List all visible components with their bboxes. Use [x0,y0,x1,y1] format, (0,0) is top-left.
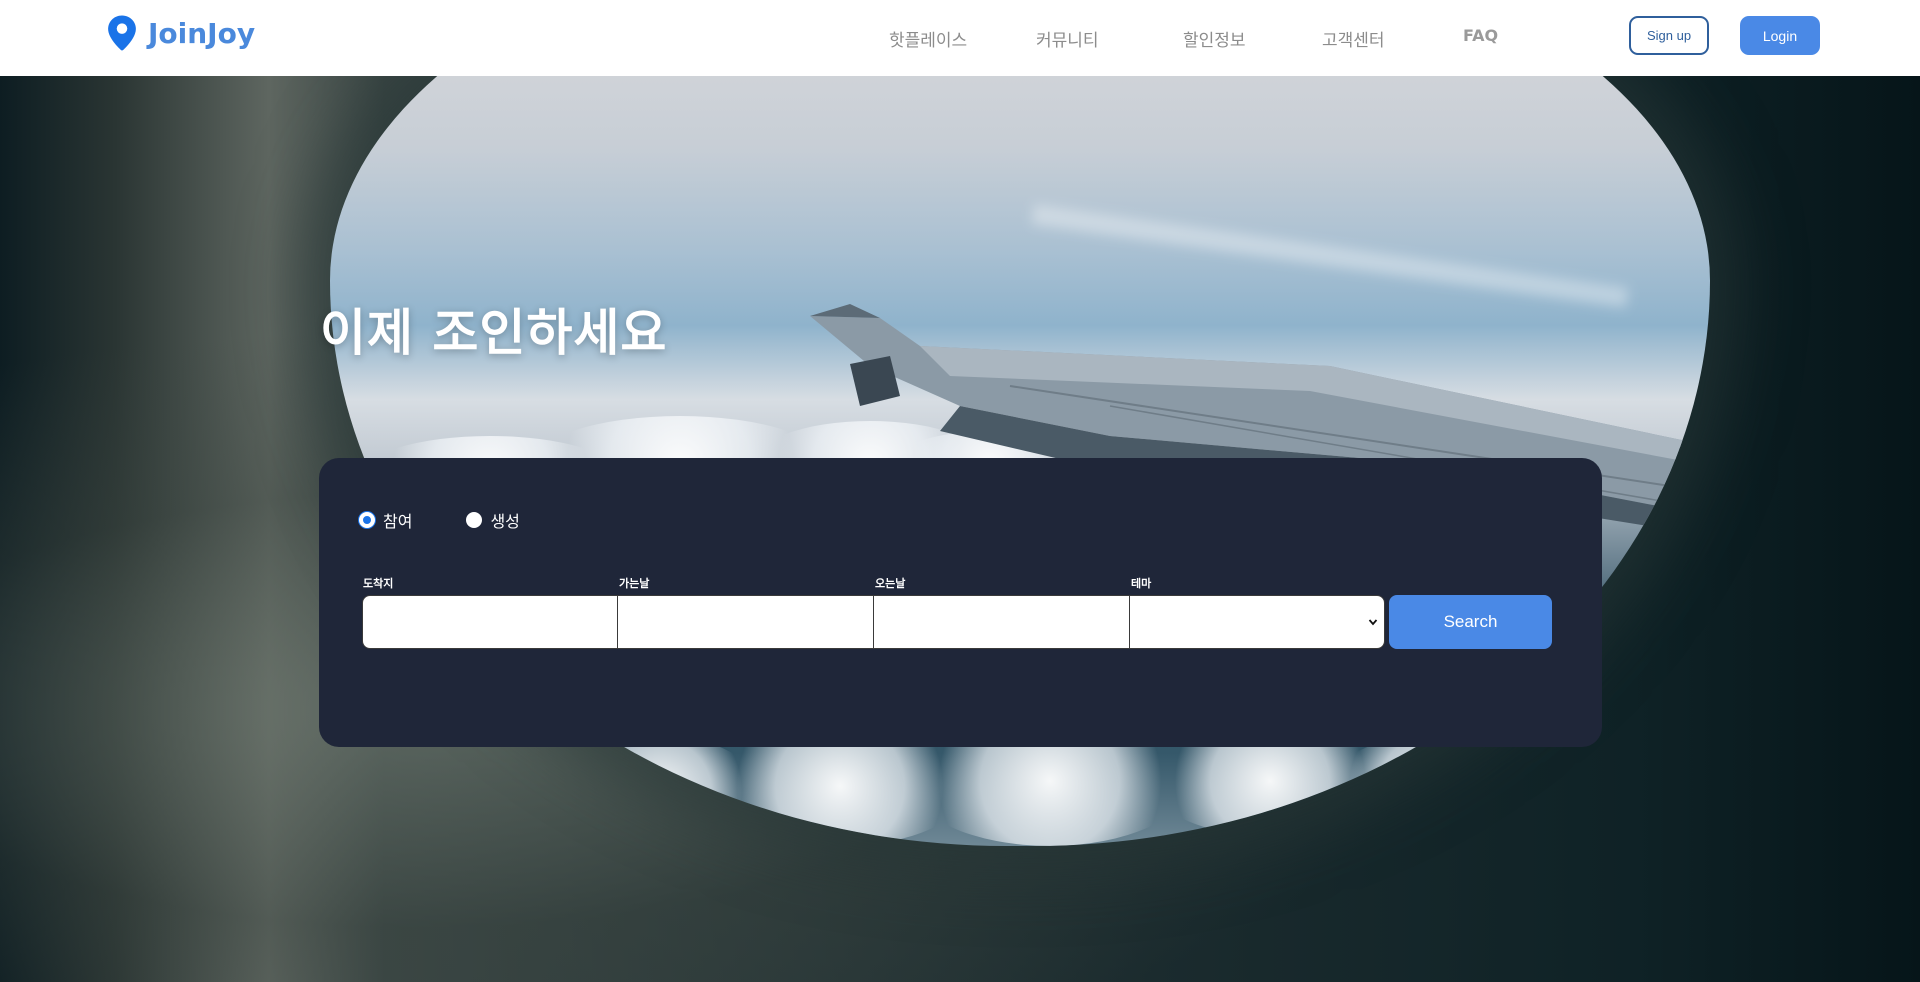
radio-join-indicator[interactable] [359,512,375,528]
nav-item-community[interactable]: 커뮤니티 [1036,26,1099,51]
radio-create-indicator[interactable] [466,512,483,528]
radio-join-label: 참여 [383,512,413,531]
mode-radio-group: 참여 생성 [359,508,574,532]
radio-create[interactable]: 생성 [466,508,520,532]
depart-date-input[interactable] [618,596,873,648]
login-button[interactable]: Login [1740,16,1820,55]
return-date-label: 오는날 [875,577,906,590]
radio-create-label: 생성 [490,512,520,531]
signup-button[interactable]: Sign up [1629,16,1709,55]
nav-item-discount[interactable]: 할인정보 [1183,26,1246,51]
radio-join[interactable]: 참여 [359,508,412,532]
top-navbar: JoinJoy 핫플레이스 커뮤니티 할인정보 고객센터 FAQ Sign up… [0,0,1920,76]
destination-label: 도착지 [363,577,394,590]
nav-item-faq[interactable]: FAQ [1463,26,1498,45]
hero-title: 이제 조인하세요 [320,304,668,362]
destination-input[interactable] [363,596,617,648]
theme-label: 테마 [1131,577,1152,590]
theme-select[interactable] [1130,596,1384,648]
destination-field[interactable] [362,595,618,649]
nav-item-support[interactable]: 고객센터 [1322,26,1385,51]
brand-logo[interactable]: JoinJoy [104,14,255,52]
return-date-input[interactable] [874,596,1129,648]
depart-date-field[interactable] [617,595,874,649]
nav-item-hotplace[interactable]: 핫플레이스 [889,26,967,51]
map-pin-icon [108,15,136,51]
return-date-field[interactable] [873,595,1130,649]
depart-date-label: 가는날 [619,577,650,590]
brand-name: JoinJoy [148,16,256,50]
search-button[interactable]: Search [1389,595,1552,649]
theme-select-field[interactable] [1129,595,1385,649]
search-panel: 참여 생성 도착지 가는날 오는날 테마 Search [319,458,1602,747]
